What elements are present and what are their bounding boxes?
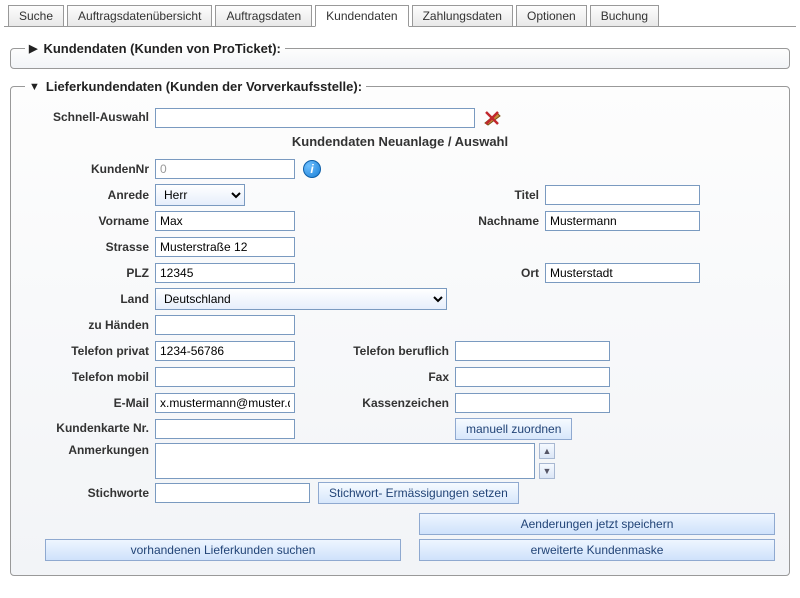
anrede-select[interactable]: Herr: [155, 184, 245, 206]
kundennr-label: KundenNr: [25, 162, 155, 176]
scroll-down-icon[interactable]: ▼: [539, 463, 555, 479]
telmobil-input[interactable]: [155, 367, 295, 387]
telmobil-label: Telefon mobil: [25, 370, 155, 384]
titel-label: Titel: [425, 188, 545, 202]
tabs: Suche Auftragsdatenübersicht Auftragsdat…: [4, 4, 796, 26]
kundennr-input[interactable]: [155, 159, 295, 179]
stichworte-input[interactable]: [155, 483, 310, 503]
zuhaenden-label: zu Händen: [25, 318, 155, 332]
vorname-label: Vorname: [25, 214, 155, 228]
manuell-zuordnen-button[interactable]: manuell zuordnen: [455, 418, 572, 440]
zuhaenden-input[interactable]: [155, 315, 295, 335]
tab-suche[interactable]: Suche: [8, 5, 64, 27]
email-input[interactable]: [155, 393, 295, 413]
triangle-down-icon: ▼: [29, 81, 40, 93]
strasse-input[interactable]: [155, 237, 295, 257]
scroll-up-icon[interactable]: ▲: [539, 443, 555, 459]
erweiterte-kundenmaske-button[interactable]: erweiterte Kundenmaske: [419, 539, 775, 561]
aenderungen-speichern-button[interactable]: Aenderungen jetzt speichern: [419, 513, 775, 535]
vorname-input[interactable]: [155, 211, 295, 231]
schnellauswahl-label: Schnell-Auswahl: [25, 111, 155, 124]
tab-kundendaten[interactable]: Kundendaten: [315, 5, 408, 27]
telprivat-label: Telefon privat: [25, 344, 155, 358]
tab-auftragsdatenuebersicht[interactable]: Auftragsdatenübersicht: [67, 5, 212, 27]
kundendaten-proticket-section: ▶ Kundendaten (Kunden von ProTicket):: [10, 41, 790, 69]
button-bar: Aenderungen jetzt speichern vorhandenen …: [45, 513, 775, 561]
ort-label: Ort: [425, 266, 545, 280]
telberuf-input[interactable]: [455, 341, 610, 361]
kundendaten-proticket-toggle[interactable]: ▶ Kundendaten (Kunden von ProTicket):: [29, 41, 281, 56]
plz-input[interactable]: [155, 263, 295, 283]
section-heading: Kundendaten Neuanlage / Auswahl: [25, 134, 775, 149]
titel-input[interactable]: [545, 185, 700, 205]
nachname-input[interactable]: [545, 211, 700, 231]
textarea-scrollbar[interactable]: ▲ ▼: [539, 443, 555, 479]
kassenzeichen-input[interactable]: [455, 393, 610, 413]
lieferkundendaten-section: ▼ Lieferkundendaten (Kunden der Vorverka…: [10, 79, 790, 576]
fax-label: Fax: [315, 370, 455, 384]
land-select[interactable]: Deutschland: [155, 288, 447, 310]
kundendaten-proticket-title: Kundendaten (Kunden von ProTicket):: [43, 41, 280, 56]
tab-zahlungsdaten[interactable]: Zahlungsdaten: [412, 5, 513, 27]
strasse-label: Strasse: [25, 240, 155, 254]
land-label: Land: [25, 292, 155, 306]
stichworte-label: Stichworte: [25, 486, 155, 500]
anmerkungen-label: Anmerkungen: [25, 443, 155, 457]
kundenkarte-input[interactable]: [155, 419, 295, 439]
email-label: E-Mail: [25, 396, 155, 410]
info-icon[interactable]: i: [303, 160, 321, 178]
nachname-label: Nachname: [425, 214, 545, 228]
fax-input[interactable]: [455, 367, 610, 387]
ort-input[interactable]: [545, 263, 700, 283]
telberuf-label: Telefon beruflich: [315, 344, 455, 358]
stichwort-ermaessigungen-button[interactable]: Stichwort- Ermässigungen setzen: [318, 482, 519, 504]
tab-optionen[interactable]: Optionen: [516, 5, 587, 27]
lieferkundendaten-title: Lieferkundendaten (Kunden der Vorverkauf…: [46, 79, 362, 94]
triangle-right-icon: ▶: [29, 42, 37, 55]
kundenkarte-label: Kundenkarte Nr.: [25, 422, 155, 435]
kassenzeichen-label: Kassenzeichen: [315, 396, 455, 410]
tab-buchung[interactable]: Buchung: [590, 5, 659, 27]
tab-auftragsdaten[interactable]: Auftragsdaten: [215, 5, 312, 27]
schnellauswahl-input[interactable]: [155, 108, 475, 128]
tab-content: ▶ Kundendaten (Kunden von ProTicket): ▼ …: [4, 26, 796, 594]
vorhandenen-lieferkunden-suchen-button[interactable]: vorhandenen Lieferkunden suchen: [45, 539, 401, 561]
telprivat-input[interactable]: [155, 341, 295, 361]
plz-label: PLZ: [25, 266, 155, 280]
anmerkungen-textarea[interactable]: [155, 443, 535, 479]
clear-icon[interactable]: [483, 109, 503, 127]
anrede-label: Anrede: [25, 188, 155, 202]
lieferkundendaten-toggle[interactable]: ▼ Lieferkundendaten (Kunden der Vorverka…: [29, 79, 362, 94]
